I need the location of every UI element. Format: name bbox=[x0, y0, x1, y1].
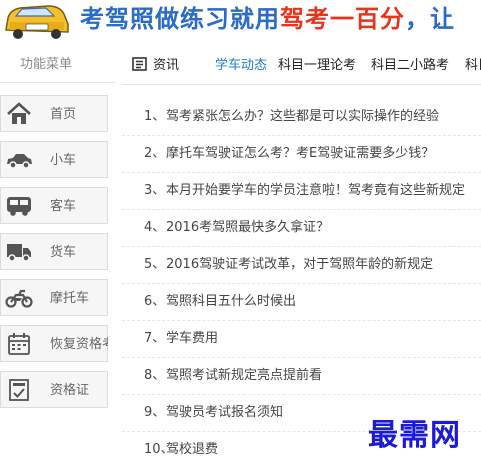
article-link[interactable]: 2016考驾照最快多久拿证？ bbox=[166, 220, 329, 235]
item-number: 10、 bbox=[144, 442, 174, 457]
home-icon bbox=[5, 101, 33, 127]
slogan-tail: ，让 bbox=[405, 5, 455, 33]
sidebar-item-label: 资格证 bbox=[50, 383, 90, 398]
item-number: 2、 bbox=[144, 146, 166, 161]
page-title: 考驾照做练习就用驾考一百分，让 bbox=[80, 3, 455, 35]
list-item[interactable]: 5、2016驾驶证考试改革，对于驾照年龄的新规定 bbox=[122, 247, 481, 284]
truck-icon bbox=[5, 239, 33, 265]
item-number: 4、 bbox=[144, 220, 166, 235]
calendar-icon bbox=[5, 331, 33, 357]
article-list: 1、驾考紧张怎么办？这些都是可以实际操作的经验 2、摩托车驾驶证怎么考？考E驾驶… bbox=[122, 99, 481, 460]
tab-bar: 资讯 学车动态 科目一理论考 科目二小路考 科目 bbox=[122, 47, 481, 85]
certificate-icon bbox=[5, 377, 33, 403]
news-heading: 资讯 bbox=[132, 47, 180, 84]
motorcycle-icon bbox=[5, 285, 33, 311]
list-item[interactable]: 8、驾照考试新规定亮点提前看 bbox=[122, 358, 481, 395]
menu-title: 功能菜单 bbox=[0, 47, 115, 83]
car-logo-icon bbox=[5, 5, 69, 39]
news-panel: 资讯 学车动态 科目一理论考 科目二小路考 科目 1、驾考紧张怎么办？这些都是可… bbox=[122, 47, 481, 460]
sidebar-item-label: 客车 bbox=[50, 199, 77, 214]
list-item[interactable]: 7、学车费用 bbox=[122, 321, 481, 358]
item-number: 7、 bbox=[144, 331, 166, 346]
article-link[interactable]: 驾校退费 bbox=[166, 442, 218, 457]
item-number: 6、 bbox=[144, 294, 166, 309]
tab-subject-one[interactable]: 科目一理论考 bbox=[278, 47, 356, 84]
article-link[interactable]: 学车费用 bbox=[166, 331, 218, 346]
news-icon bbox=[132, 57, 147, 71]
bus-icon bbox=[5, 193, 33, 219]
tab-subject-more[interactable]: 科目 bbox=[465, 47, 481, 84]
header-banner: 考驾照做练习就用驾考一百分，让 bbox=[0, 0, 481, 42]
sidebar-item-restore-qualification[interactable]: 恢复资格考 bbox=[0, 325, 108, 362]
tab-learning-news[interactable]: 学车动态 bbox=[215, 47, 267, 84]
slogan-text: 考驾照做练习就用 bbox=[80, 5, 280, 33]
car-icon bbox=[5, 147, 33, 173]
sidebar-item-label: 首页 bbox=[50, 107, 77, 122]
sidebar-item-home[interactable]: 首页 bbox=[0, 95, 108, 132]
article-link[interactable]: 驾照考试新规定亮点提前看 bbox=[166, 368, 322, 383]
article-link[interactable]: 摩托车驾驶证怎么考？考E驾驶证需要多少钱？ bbox=[166, 146, 434, 161]
item-number: 8、 bbox=[144, 368, 166, 383]
list-item[interactable]: 4、2016考驾照最快多久拿证？ bbox=[122, 210, 481, 247]
sidebar-item-label: 货车 bbox=[50, 245, 77, 260]
item-number: 1、 bbox=[144, 109, 166, 124]
sidebar-item-certificate[interactable]: 资格证 bbox=[0, 371, 108, 408]
side-menu: 功能菜单 首页 小车 客车 货车 摩托车 恢复资格考 bbox=[0, 47, 115, 460]
list-item[interactable]: 6、驾照科目五什么时候出 bbox=[122, 284, 481, 321]
list-item[interactable]: 2、摩托车驾驶证怎么考？考E驾驶证需要多少钱？ bbox=[122, 136, 481, 173]
article-link[interactable]: 驾考紧张怎么办？这些都是可以实际操作的经验 bbox=[166, 109, 439, 124]
sidebar-item-label: 小车 bbox=[50, 153, 77, 168]
list-item[interactable]: 1、驾考紧张怎么办？这些都是可以实际操作的经验 bbox=[122, 99, 481, 136]
news-label: 资讯 bbox=[153, 58, 180, 73]
sidebar-item-label: 恢复资格考 bbox=[50, 337, 108, 352]
list-item[interactable]: 3、本月开始要学车的学员注意啦！驾考竟有这些新规定 bbox=[122, 173, 481, 210]
item-number: 3、 bbox=[144, 183, 166, 198]
sidebar-item-bus[interactable]: 客车 bbox=[0, 187, 108, 224]
watermark: 最需网 bbox=[368, 418, 461, 453]
sidebar-item-motorcycle[interactable]: 摩托车 bbox=[0, 279, 108, 316]
item-number: 9、 bbox=[144, 405, 166, 420]
article-link[interactable]: 驾驶员考试报名须知 bbox=[166, 405, 283, 420]
item-number: 5、 bbox=[144, 257, 166, 272]
slogan-highlight: 驾考一百分 bbox=[280, 5, 405, 33]
tab-subject-two[interactable]: 科目二小路考 bbox=[371, 47, 449, 84]
sidebar-item-truck[interactable]: 货车 bbox=[0, 233, 108, 270]
article-link[interactable]: 本月开始要学车的学员注意啦！驾考竟有这些新规定 bbox=[166, 183, 465, 198]
sidebar-item-label: 摩托车 bbox=[50, 291, 90, 306]
article-link[interactable]: 2016驾驶证考试改革，对于驾照年龄的新规定 bbox=[166, 257, 433, 272]
article-link[interactable]: 驾照科目五什么时候出 bbox=[166, 294, 296, 309]
sidebar-item-car[interactable]: 小车 bbox=[0, 141, 108, 178]
